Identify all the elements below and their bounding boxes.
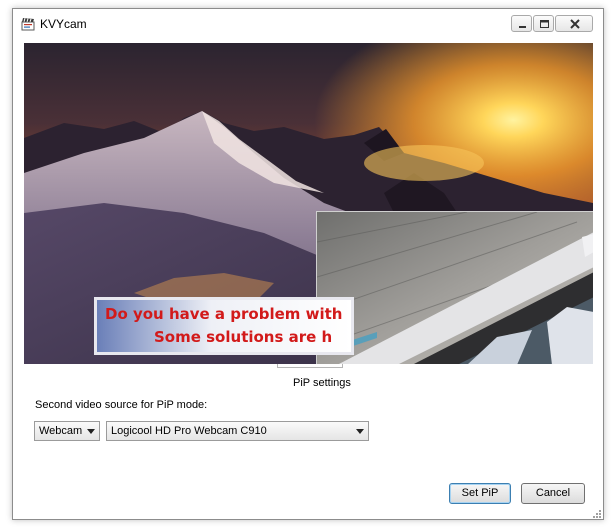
clapperboard-icon bbox=[21, 17, 35, 31]
close-icon bbox=[570, 19, 580, 29]
device-select[interactable]: Logicool HD Pro Webcam C910 bbox=[106, 421, 369, 441]
second-source-label: Second video source for PiP mode: bbox=[35, 399, 208, 411]
dropdown-arrow-icon bbox=[356, 429, 364, 434]
title-bar[interactable]: KVYcam bbox=[13, 9, 603, 39]
pip-settings-heading: PiP settings bbox=[293, 377, 351, 389]
notification-banner: Do you have a problem with Some solution… bbox=[94, 297, 354, 355]
pip-overlay-video bbox=[316, 211, 593, 364]
minimize-button[interactable] bbox=[511, 15, 532, 32]
cancel-button[interactable]: Cancel bbox=[521, 483, 585, 504]
video-preview: Do you have a problem with Some solution… bbox=[24, 43, 593, 364]
panel-divider[interactable] bbox=[277, 364, 343, 368]
source-type-value: Webcam bbox=[39, 425, 83, 437]
window-title: KVYcam bbox=[40, 17, 87, 31]
webcam-image bbox=[317, 212, 593, 364]
device-value: Logicool HD Pro Webcam C910 bbox=[111, 425, 267, 437]
banner-text-line2: Some solutions are h bbox=[154, 328, 333, 346]
source-type-select[interactable]: Webcam bbox=[34, 421, 100, 441]
banner-text-line1: Do you have a problem with bbox=[105, 305, 343, 323]
close-button[interactable] bbox=[555, 15, 593, 32]
maximize-icon bbox=[540, 20, 549, 28]
app-window: KVYcam Do you have a problem with Some s… bbox=[12, 8, 604, 520]
minimize-icon bbox=[519, 26, 526, 28]
set-pip-button[interactable]: Set PiP bbox=[449, 483, 511, 504]
dropdown-arrow-icon bbox=[87, 429, 95, 434]
maximize-button[interactable] bbox=[533, 15, 554, 32]
resize-grip-icon[interactable] bbox=[592, 509, 602, 519]
